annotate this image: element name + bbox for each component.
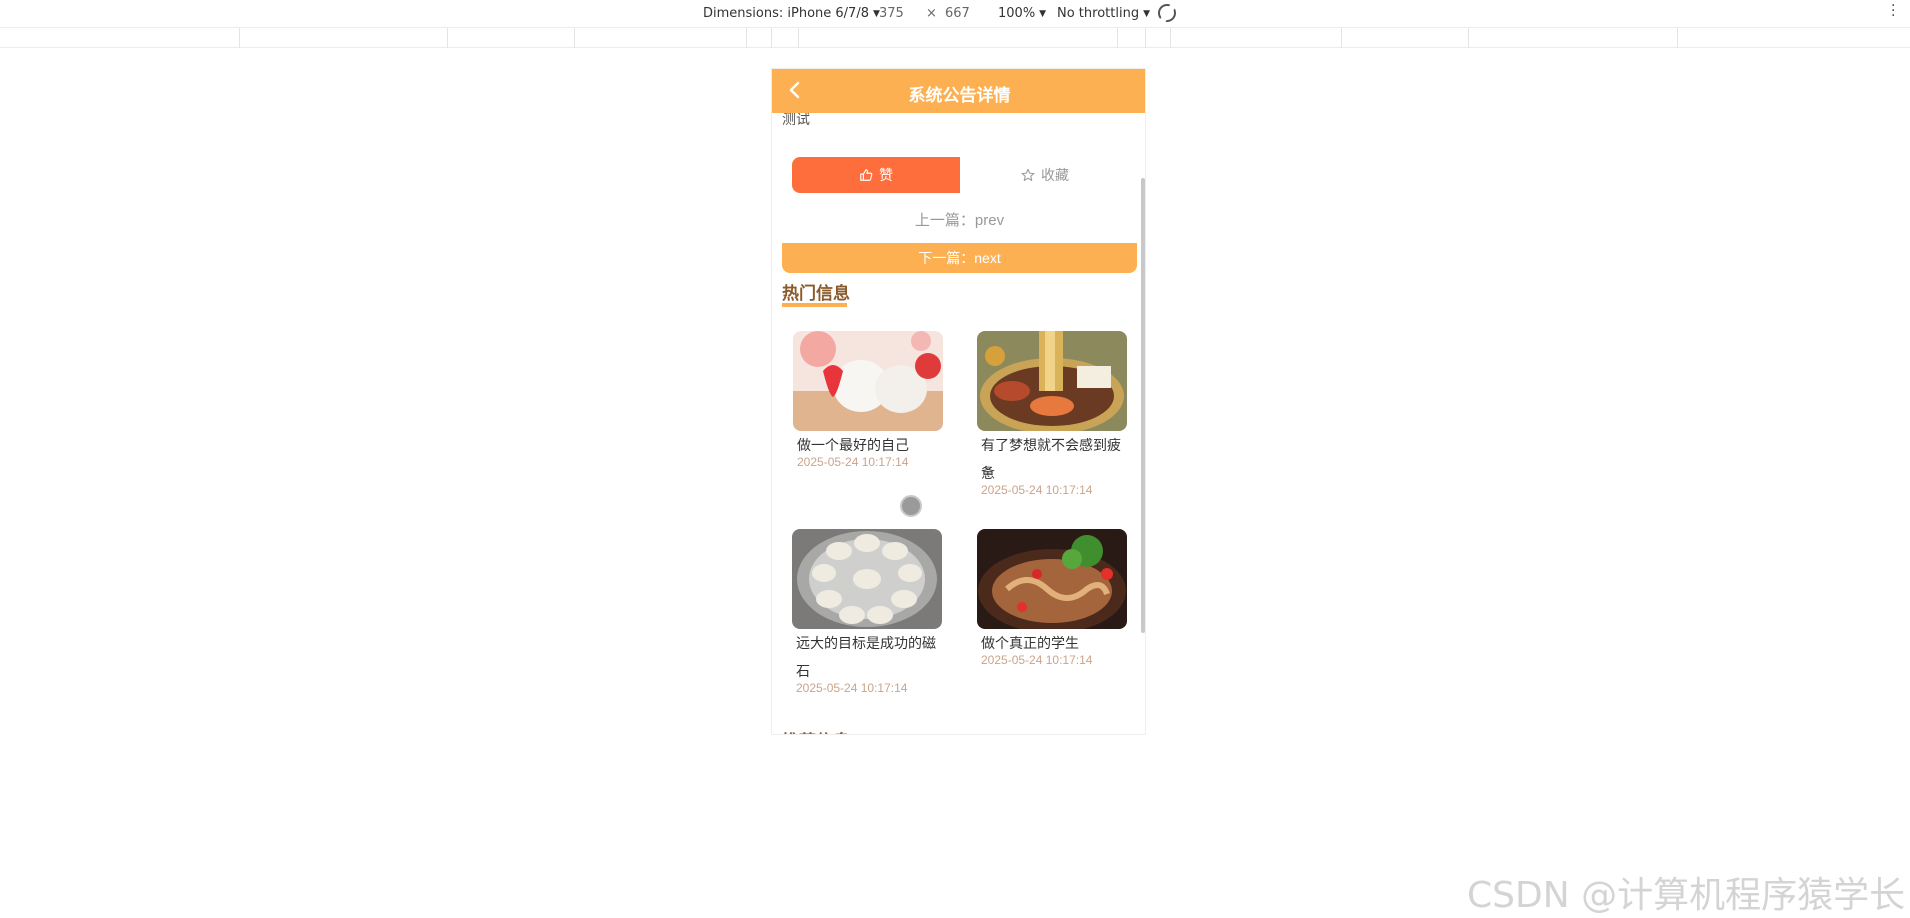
star-icon	[1021, 168, 1035, 181]
device-toolbar: Dimensions: iPhone 6/7/8 ▼ 375 × 667 100%…	[0, 0, 1910, 28]
ruler-tick	[574, 28, 575, 48]
throttling-select[interactable]: No throttling ▼	[1057, 6, 1150, 21]
width-input[interactable]: 375	[879, 6, 904, 21]
ruler-tick	[1170, 28, 1171, 48]
page-title: 系统公告详情	[908, 86, 1011, 105]
card-time: 2025-05-24 10:17:14	[796, 681, 908, 695]
ruler-tick	[1117, 28, 1118, 48]
favorite-label: 收藏	[1041, 167, 1069, 183]
dimension-separator: ×	[926, 6, 937, 21]
zoom-select[interactable]: 100% ▼	[998, 6, 1046, 21]
media-query-ruler	[0, 28, 1910, 48]
hot-section-underline	[782, 303, 847, 307]
zoom-label: 100%	[998, 6, 1036, 21]
article-body: 测试	[782, 113, 810, 127]
next-link[interactable]: 下一篇：next	[782, 243, 1137, 273]
card-time: 2025-05-24 10:17:14	[981, 483, 1093, 497]
ruler-tick	[1468, 28, 1469, 48]
like-label: 赞	[879, 167, 893, 183]
recommend-section-title: 推荐信息	[782, 727, 850, 734]
ruler-tick	[771, 28, 772, 48]
detail-content[interactable]: 测试 赞 收藏 上一篇：prev 下一篇：next 热门信息 做一个最好的自己 …	[772, 113, 1145, 734]
thumbs-up-icon	[860, 169, 873, 181]
card-image-hotpot	[977, 331, 1127, 431]
card-image-steamed-buns	[792, 529, 942, 629]
card-time: 2025-05-24 10:17:14	[797, 455, 909, 469]
ruler-tick	[746, 28, 747, 48]
more-options-icon[interactable]: · · ·	[1891, 0, 1895, 23]
nav-bar: 系统公告详情	[772, 69, 1145, 113]
prev-link[interactable]: 上一篇：prev	[772, 209, 1145, 230]
ruler-tick	[1677, 28, 1678, 48]
height-input[interactable]: 667	[945, 6, 970, 21]
card-image-stir-fry	[977, 529, 1127, 629]
like-button[interactable]: 赞	[792, 157, 960, 193]
ruler-tick	[239, 28, 240, 48]
action-buttons: 赞 收藏	[792, 157, 1132, 193]
hot-section-title: 热门信息	[782, 284, 850, 303]
phone-viewport: 系统公告详情 测试 赞 收藏 上一篇：prev 下一篇：next 热门信息 做一…	[771, 68, 1146, 735]
hot-card[interactable]: 有了梦想就不会感到疲惫 2025-05-24 10:17:14	[977, 331, 1129, 497]
touch-cursor	[900, 495, 922, 517]
card-title: 远大的目标是成功的磁石	[796, 635, 936, 679]
device-label: Dimensions: iPhone 6/7/8	[703, 6, 869, 21]
ruler-tick	[1145, 28, 1146, 48]
chevron-down-icon: ▼	[1039, 9, 1047, 19]
chevron-down-icon: ▼	[1143, 9, 1150, 19]
card-image-strawberry-dessert	[793, 331, 943, 431]
card-time: 2025-05-24 10:17:14	[981, 653, 1093, 667]
card-title: 有了梦想就不会感到疲惫	[981, 437, 1121, 481]
watermark: CSDN @计算机程序猿学长	[1467, 875, 1906, 916]
ruler-tick	[1341, 28, 1342, 48]
rotate-icon[interactable]	[1158, 4, 1176, 22]
ruler-tick	[447, 28, 448, 48]
hot-card[interactable]: 做个真正的学生 2025-05-24 10:17:14	[977, 529, 1129, 667]
throttling-label: No throttling	[1057, 6, 1140, 21]
ruler-tick	[798, 28, 799, 48]
hot-card[interactable]: 做一个最好的自己 2025-05-24 10:17:14	[793, 331, 945, 469]
scrollbar[interactable]	[1141, 178, 1145, 633]
favorite-button[interactable]: 收藏	[960, 157, 1130, 193]
device-select[interactable]: Dimensions: iPhone 6/7/8 ▼	[703, 6, 880, 21]
hot-card[interactable]: 远大的目标是成功的磁石 2025-05-24 10:17:14	[792, 529, 944, 695]
